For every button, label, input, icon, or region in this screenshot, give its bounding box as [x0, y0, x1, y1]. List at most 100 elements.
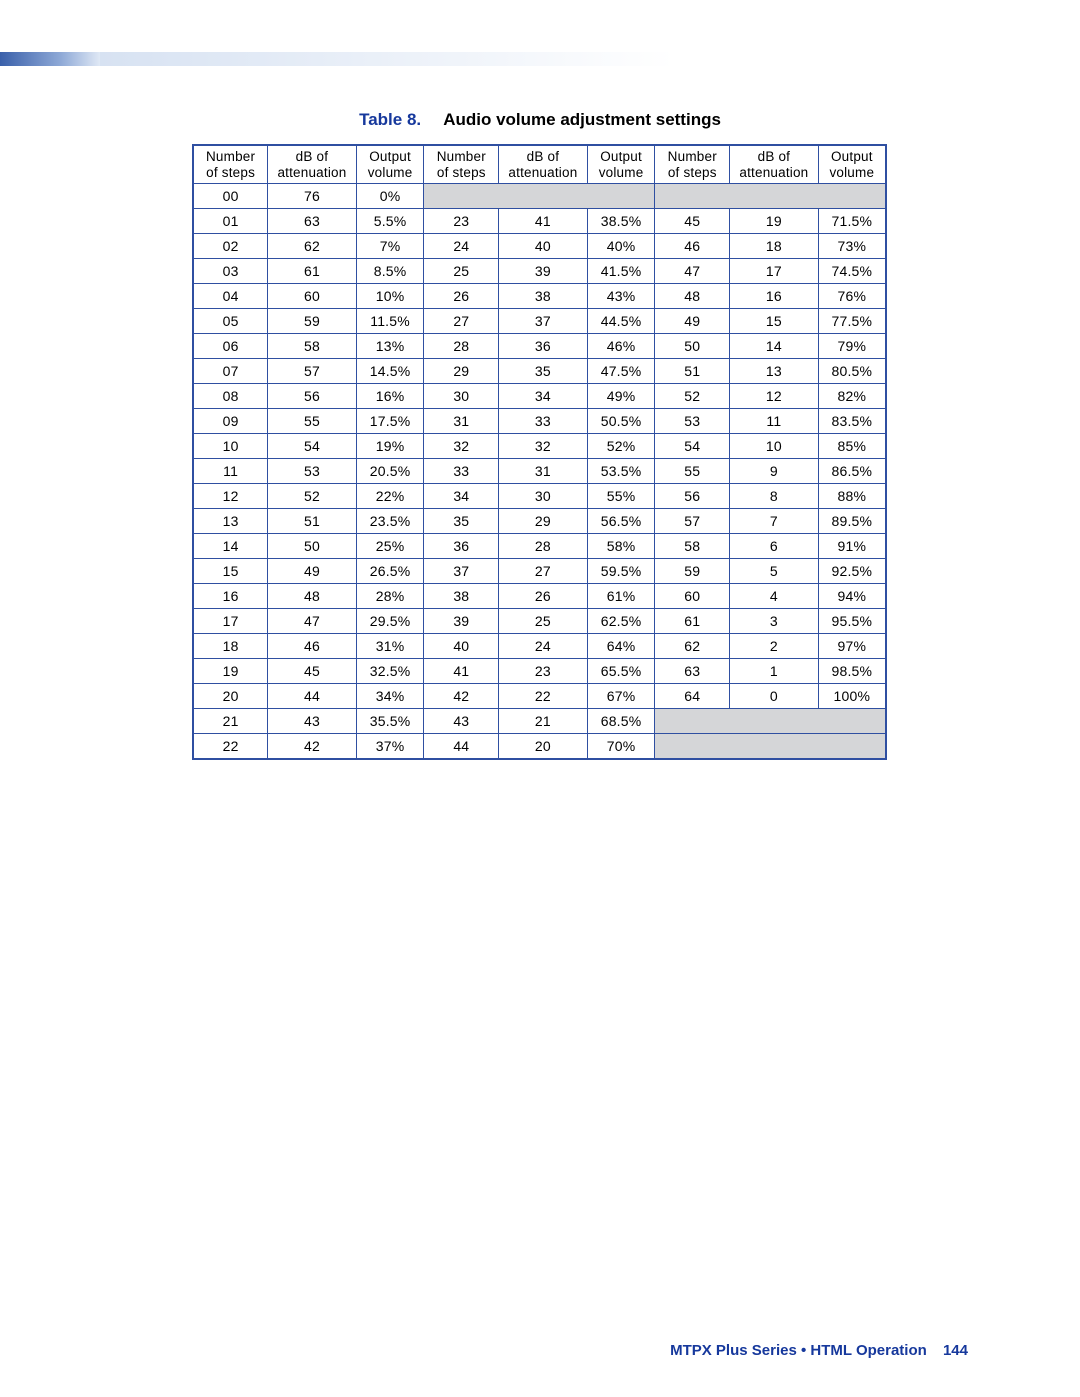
cell-vol: 67%	[587, 684, 655, 709]
cell-vol: 61%	[587, 584, 655, 609]
cell-vol: 62.5%	[587, 609, 655, 634]
cell-db: 52	[268, 484, 357, 509]
cell-steps: 12	[193, 484, 268, 509]
cell-steps: 62	[655, 634, 730, 659]
cell-vol: 64%	[587, 634, 655, 659]
cell-vol: 50.5%	[587, 409, 655, 434]
cell-db: 6	[730, 534, 819, 559]
cell-steps: 18	[193, 634, 268, 659]
cell-db: 9	[730, 459, 819, 484]
table-row: 174729.5%392562.5%61395.5%	[193, 609, 886, 634]
cell-vol: 20.5%	[356, 459, 424, 484]
cell-steps: 06	[193, 334, 268, 359]
cell-db: 57	[268, 359, 357, 384]
cell-db: 39	[499, 259, 588, 284]
cell-vol: 22%	[356, 484, 424, 509]
cell-steps: 09	[193, 409, 268, 434]
cell-steps: 41	[424, 659, 499, 684]
cell-db: 19	[730, 209, 819, 234]
cell-vol: 76%	[818, 284, 886, 309]
cell-db: 50	[268, 534, 357, 559]
cell-steps: 37	[424, 559, 499, 584]
cell-db: 0	[730, 684, 819, 709]
cell-vol: 7%	[356, 234, 424, 259]
col-db: dB ofattenuation	[499, 145, 588, 184]
col-steps: Numberof steps	[655, 145, 730, 184]
table-row: 02627%244040%461873%	[193, 234, 886, 259]
cell-vol: 13%	[356, 334, 424, 359]
cell-steps: 48	[655, 284, 730, 309]
cell-steps: 47	[655, 259, 730, 284]
cell-vol: 35.5%	[356, 709, 424, 734]
header-stripe	[0, 52, 100, 66]
cell-db: 14	[730, 334, 819, 359]
cell-db: 34	[499, 384, 588, 409]
cell-steps: 24	[424, 234, 499, 259]
cell-vol: 86.5%	[818, 459, 886, 484]
cell-vol: 68.5%	[587, 709, 655, 734]
cell-db: 12	[730, 384, 819, 409]
table-row: 095517.5%313350.5%531183.5%	[193, 409, 886, 434]
table-row: 164828%382661%60494%	[193, 584, 886, 609]
cell-db: 13	[730, 359, 819, 384]
cell-db: 44	[268, 684, 357, 709]
cell-db: 61	[268, 259, 357, 284]
table-row: 145025%362858%58691%	[193, 534, 886, 559]
cell-db: 17	[730, 259, 819, 284]
cell-db: 28	[499, 534, 588, 559]
cell-vol: 32.5%	[356, 659, 424, 684]
table-row: 01635.5%234138.5%451971.5%	[193, 209, 886, 234]
cell-db: 21	[499, 709, 588, 734]
cell-db: 36	[499, 334, 588, 359]
cell-db: 23	[499, 659, 588, 684]
footer-text: MTPX Plus Series • HTML Operation	[670, 1342, 927, 1359]
cell-vol: 25%	[356, 534, 424, 559]
cell-steps: 46	[655, 234, 730, 259]
cell-steps: 02	[193, 234, 268, 259]
empty-cell	[655, 734, 886, 760]
cell-vol: 71.5%	[818, 209, 886, 234]
cell-db: 55	[268, 409, 357, 434]
cell-steps: 19	[193, 659, 268, 684]
cell-steps: 45	[655, 209, 730, 234]
table-header-row: Numberof steps dB ofattenuation Outputvo…	[193, 145, 886, 184]
cell-db: 41	[499, 209, 588, 234]
col-db: dB ofattenuation	[268, 145, 357, 184]
cell-vol: 44.5%	[587, 309, 655, 334]
table-row: 135123.5%352956.5%57789.5%	[193, 509, 886, 534]
table-row: 00760%	[193, 184, 886, 209]
table-row: 224237%442070%	[193, 734, 886, 760]
cell-db: 35	[499, 359, 588, 384]
cell-vol: 58%	[587, 534, 655, 559]
cell-db: 10	[730, 434, 819, 459]
cell-steps: 21	[193, 709, 268, 734]
cell-steps: 29	[424, 359, 499, 384]
empty-cell	[655, 184, 886, 209]
cell-db: 54	[268, 434, 357, 459]
cell-db: 18	[730, 234, 819, 259]
cell-vol: 79%	[818, 334, 886, 359]
cell-vol: 85%	[818, 434, 886, 459]
cell-steps: 49	[655, 309, 730, 334]
cell-vol: 91%	[818, 534, 886, 559]
table-row: 105419%323252%541085%	[193, 434, 886, 459]
cell-steps: 26	[424, 284, 499, 309]
cell-vol: 52%	[587, 434, 655, 459]
cell-vol: 97%	[818, 634, 886, 659]
cell-db: 27	[499, 559, 588, 584]
table-title: Audio volume adjustment settings	[443, 110, 721, 129]
cell-vol: 16%	[356, 384, 424, 409]
cell-vol: 74.5%	[818, 259, 886, 284]
cell-db: 4	[730, 584, 819, 609]
table-row: 115320.5%333153.5%55986.5%	[193, 459, 886, 484]
cell-db: 46	[268, 634, 357, 659]
cell-steps: 31	[424, 409, 499, 434]
cell-steps: 27	[424, 309, 499, 334]
cell-vol: 8.5%	[356, 259, 424, 284]
cell-steps: 08	[193, 384, 268, 409]
table-row: 184631%402464%62297%	[193, 634, 886, 659]
audio-volume-table: Numberof steps dB ofattenuation Outputvo…	[192, 144, 887, 760]
cell-steps: 59	[655, 559, 730, 584]
cell-steps: 22	[193, 734, 268, 760]
cell-vol: 98.5%	[818, 659, 886, 684]
